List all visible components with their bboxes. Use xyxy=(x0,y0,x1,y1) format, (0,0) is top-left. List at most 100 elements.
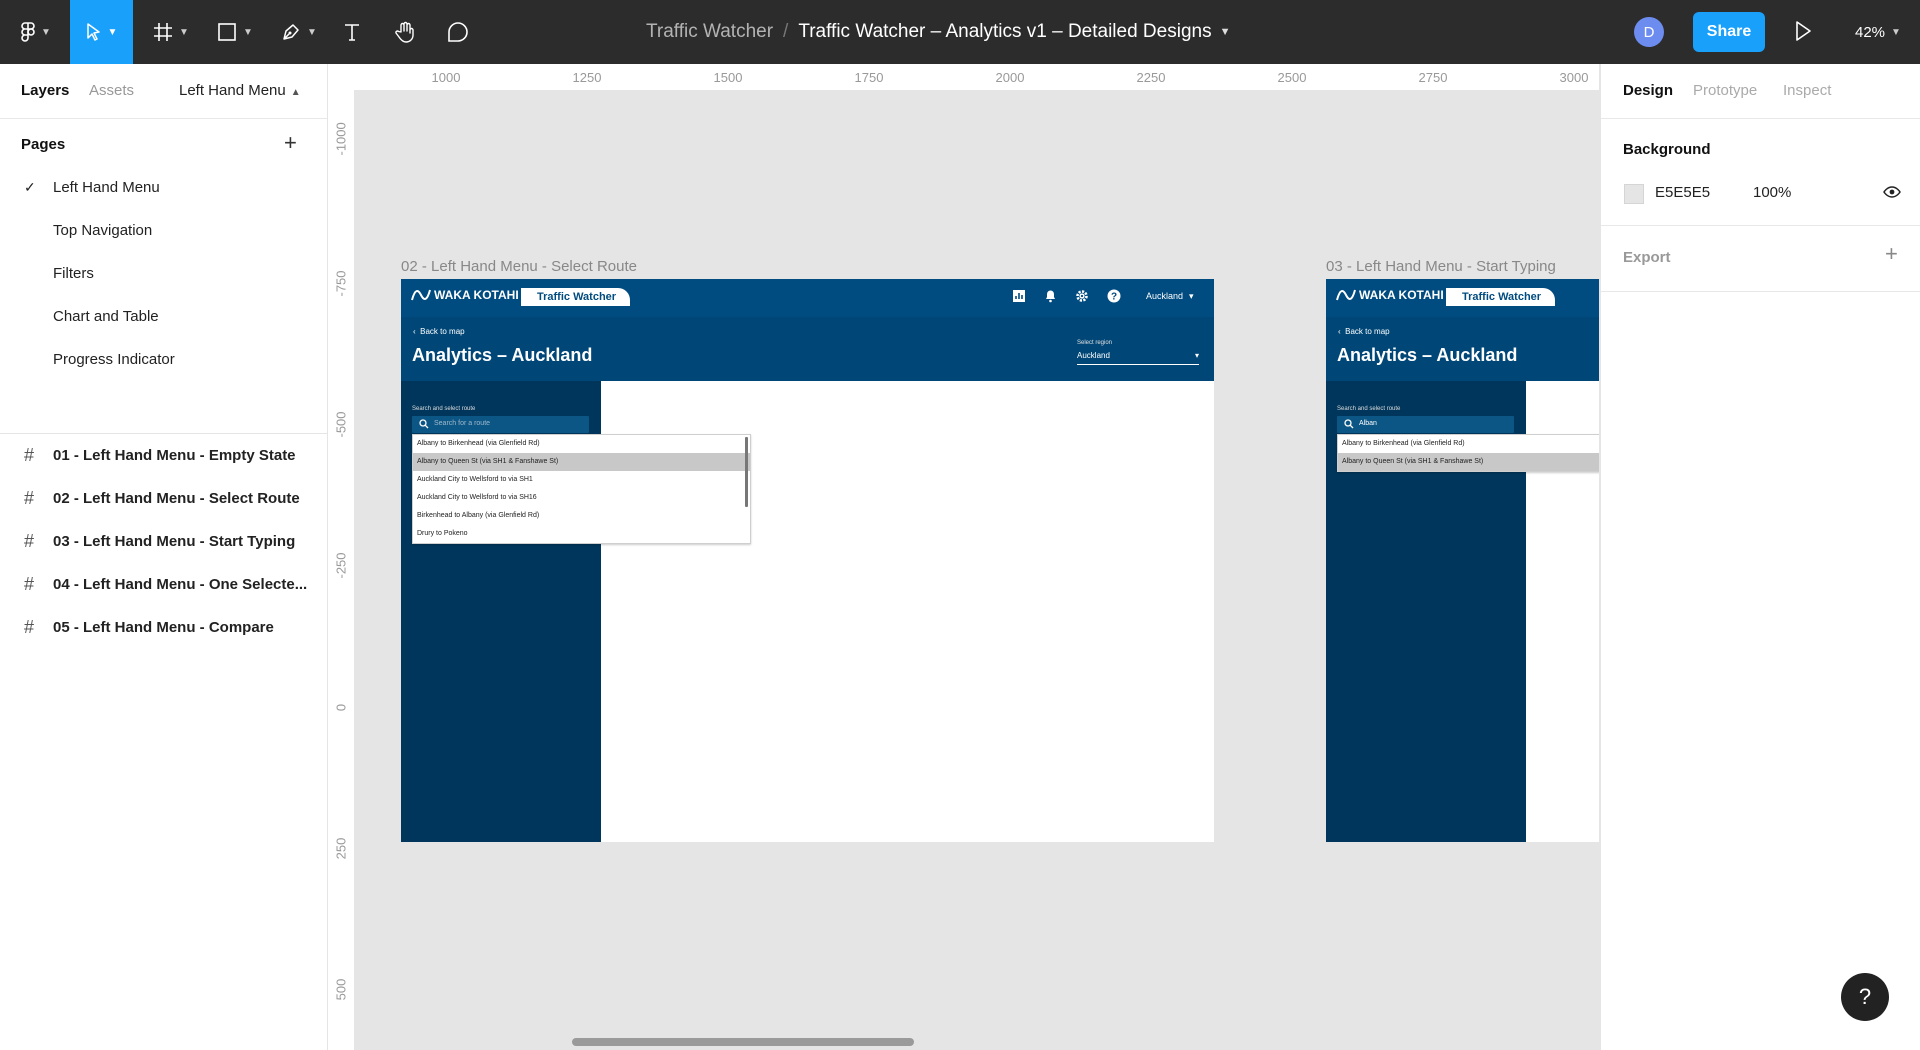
mock-brand: WAKA KOTAHI xyxy=(411,288,519,302)
canvas-horizontal-scrollbar[interactable] xyxy=(572,1038,914,1046)
mock-search-label: Search and select route xyxy=(1337,406,1401,412)
layer-frame-label: 03 - Left Hand Menu - Start Typing xyxy=(53,533,296,550)
chevron-left-icon: ‹ xyxy=(413,327,416,336)
mock-select-value: Auckland xyxy=(1077,351,1110,360)
current-page-label: Left Hand Menu xyxy=(179,82,286,99)
ruler-tick-label: 1750 xyxy=(854,70,884,85)
ruler-tick-label: 3000 xyxy=(1559,70,1589,85)
list-item: Drury to Pokeno xyxy=(417,530,468,537)
section-divider xyxy=(1601,225,1920,226)
move-tool-button[interactable]: ▼ xyxy=(70,0,133,64)
zoom-level: 42% xyxy=(1855,23,1886,41)
background-hex-input[interactable]: E5E5E5 xyxy=(1655,184,1710,201)
background-section-title: Background xyxy=(1623,141,1711,158)
pages-heading: Pages xyxy=(21,136,66,153)
frame-label-start-typing[interactable]: 03 - Left Hand Menu - Start Typing xyxy=(1326,258,1556,275)
pen-tool-button[interactable]: ▼ xyxy=(274,0,324,64)
layer-frame-04[interactable]: # 04 - Left Hand Menu - One Selecte... xyxy=(24,574,307,595)
page-item-filters[interactable]: Filters xyxy=(53,265,94,282)
layer-frame-03[interactable]: # 03 - Left Hand Menu - Start Typing xyxy=(24,531,295,552)
rectangle-icon xyxy=(218,23,236,41)
right-panel-tabs: Design Prototype Inspect xyxy=(1601,64,1920,119)
document-title[interactable]: Traffic Watcher / Traffic Watcher – Anal… xyxy=(646,0,1230,64)
list-item: Auckland City to Wellsford to via SH1 xyxy=(417,476,533,483)
frame-tool-button[interactable]: ▼ xyxy=(146,0,196,64)
tab-layers[interactable]: Layers xyxy=(21,82,69,99)
file-name[interactable]: Traffic Watcher – Analytics v1 – Detaile… xyxy=(798,21,1211,43)
svg-text:?: ? xyxy=(1111,292,1117,303)
bell-icon xyxy=(1046,290,1055,303)
mock-brand-name: WAKA KOTAHI xyxy=(434,288,519,302)
tab-inspect[interactable]: Inspect xyxy=(1783,82,1831,99)
page-item-top-navigation[interactable]: Top Navigation xyxy=(53,222,152,239)
search-icon xyxy=(419,419,429,429)
cursor-arrow-icon xyxy=(86,23,100,41)
mock-brand-name: WAKA KOTAHI xyxy=(1359,288,1444,302)
frame-label-select-route[interactable]: 02 - Left Hand Menu - Select Route xyxy=(401,258,637,275)
mock-search-value: Alban xyxy=(1359,420,1377,427)
frame-hash-icon: # xyxy=(24,445,35,465)
chevron-down-icon[interactable]: ▼ xyxy=(1220,26,1231,38)
layer-frame-01[interactable]: # 01 - Left Hand Menu - Empty State xyxy=(24,445,296,466)
tab-prototype[interactable]: Prototype xyxy=(1693,82,1757,99)
share-button[interactable]: Share xyxy=(1693,12,1765,52)
add-export-button[interactable]: + xyxy=(1885,243,1898,265)
list-item: Auckland City to Wellsford to via SH16 xyxy=(417,494,537,501)
text-tool-button[interactable] xyxy=(338,0,366,64)
frame-hash-icon: # xyxy=(24,574,35,594)
shape-tool-button[interactable]: ▼ xyxy=(210,0,260,64)
tab-design[interactable]: Design xyxy=(1623,82,1673,99)
list-item: Albany to Queen St (via SH1 & Fanshawe S… xyxy=(413,453,750,471)
frame-select-route[interactable]: WAKA KOTAHI Traffic Watcher ? Auckland ▾ … xyxy=(401,279,1214,842)
hand-icon xyxy=(395,21,414,43)
ruler-tick-label: -250 xyxy=(333,552,349,579)
mock-route-dropdown: Albany to Birkenhead (via Glenfield Rd) … xyxy=(412,434,751,544)
ruler-tick-label: 2500 xyxy=(1277,70,1307,85)
analytics-chart-icon xyxy=(1013,290,1025,302)
hand-tool-button[interactable] xyxy=(390,0,420,64)
page-item-progress-indicator[interactable]: Progress Indicator xyxy=(53,351,175,368)
present-button[interactable] xyxy=(1794,20,1812,47)
mock-brand-tag: Traffic Watcher xyxy=(521,288,631,306)
pen-icon xyxy=(283,24,299,40)
canvas[interactable]: 1000 1250 1500 1750 2000 2250 2500 2750 … xyxy=(328,64,1599,1050)
page-item-chart-and-table[interactable]: Chart and Table xyxy=(53,308,159,325)
list-item: Albany to Birkenhead (via Glenfield Rd) xyxy=(417,440,540,447)
layer-frame-05[interactable]: # 05 - Left Hand Menu - Compare xyxy=(24,617,274,638)
layer-frame-label: 04 - Left Hand Menu - One Selecte... xyxy=(53,576,308,593)
tab-assets[interactable]: Assets xyxy=(89,82,134,99)
layer-frame-label: 02 - Left Hand Menu - Select Route xyxy=(53,490,300,507)
frame-start-typing[interactable]: WAKA KOTAHI Traffic Watcher ‹ Back to ma… xyxy=(1326,279,1599,842)
layer-frame-02[interactable]: # 02 - Left Hand Menu - Select Route xyxy=(24,488,300,509)
mock-header-icons: ? xyxy=(1012,289,1121,303)
zoom-control[interactable]: 42% ▼ xyxy=(1855,0,1901,64)
current-page-selector[interactable]: Left Hand Menu ▲ xyxy=(179,82,301,99)
gear-icon xyxy=(1076,290,1088,302)
visibility-eye-icon[interactable] xyxy=(1883,185,1901,204)
mock-page-title: Analytics – Auckland xyxy=(1337,345,1518,365)
left-panel: Layers Assets Left Hand Menu ▲ Pages + ✓ … xyxy=(0,64,328,1050)
ruler-tick-label: 2250 xyxy=(1136,70,1166,85)
frame-hash-icon: # xyxy=(24,617,35,637)
comment-tool-button[interactable] xyxy=(443,0,473,64)
mock-page-title: Analytics – Auckland xyxy=(412,345,593,365)
list-item: Albany to Birkenhead (via Glenfield Rd) xyxy=(1342,440,1465,447)
help-button[interactable]: ? xyxy=(1841,973,1889,1021)
ruler-tick-label: 1500 xyxy=(713,70,743,85)
background-opacity-input[interactable]: 100% xyxy=(1753,184,1791,201)
export-section-title[interactable]: Export xyxy=(1623,249,1671,266)
section-divider xyxy=(1601,291,1920,292)
right-panel: Design Prototype Inspect Background E5E5… xyxy=(1600,64,1920,1050)
user-avatar[interactable]: D xyxy=(1634,17,1664,47)
main-menu-button[interactable]: ▼ xyxy=(14,0,58,64)
chevron-down-icon: ▼ xyxy=(1891,26,1901,38)
project-name[interactable]: Traffic Watcher xyxy=(646,21,773,43)
mock-back-link: ‹ Back to map xyxy=(413,327,465,336)
page-item-left-hand-menu[interactable]: Left Hand Menu xyxy=(53,179,160,196)
background-color-swatch[interactable] xyxy=(1624,184,1644,204)
ruler-tick-label: 500 xyxy=(333,978,349,1001)
waka-kotahi-logo-icon xyxy=(411,289,431,301)
mock-select-region: Auckland ▾ xyxy=(1077,351,1199,365)
add-page-button[interactable]: + xyxy=(284,132,297,154)
ruler-tick-label: 1000 xyxy=(431,70,461,85)
